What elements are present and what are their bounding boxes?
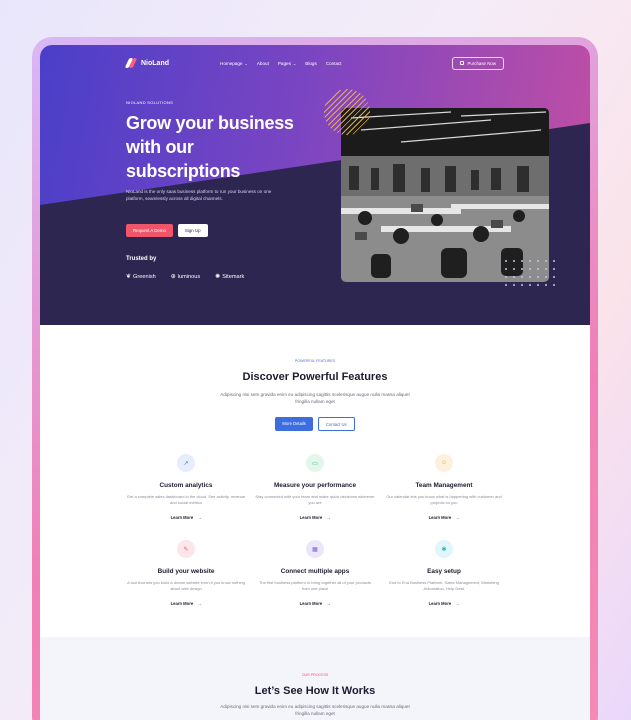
hero-section: NioLand Homepage ⌄ About Pages ⌄ Blogs Con… xyxy=(40,45,590,325)
feature-card-title: Measure your performance xyxy=(273,482,357,489)
features-title: Discover Powerful Features xyxy=(242,371,388,383)
nav-item-blogs[interactable]: Blogs xyxy=(305,61,317,66)
feature-card-desc: Get a complete sales dashboard in the cl… xyxy=(126,494,246,505)
nav-item-about[interactable]: About xyxy=(257,61,269,66)
features-subtitle: Adipiscing nisi sem gravida enim eu adip… xyxy=(220,392,410,405)
brand-logos: ❦ Greenish ⊕ luminous ✺ Sitemark xyxy=(126,273,245,281)
cart-icon xyxy=(460,61,465,65)
decorative-striped-circle xyxy=(324,89,370,135)
device-frame: NioLand Homepage ⌄ About Pages ⌄ Blogs Con… xyxy=(32,37,598,720)
nav-item-homepage[interactable]: Homepage ⌄ xyxy=(220,61,248,66)
leaf-icon: ❦ xyxy=(126,274,132,280)
plus-circle-icon: ⊕ xyxy=(170,274,176,280)
decorative-dot-grid xyxy=(502,257,560,291)
hero-description: NioLand is the only saas business platfo… xyxy=(126,189,272,202)
feature-card-team-management: ☺ Team Management Our calendar lets you … xyxy=(379,454,509,520)
arrow-right-icon: → xyxy=(326,601,331,606)
request-demo-button[interactable]: Request A Demo xyxy=(126,224,173,237)
sign-up-button[interactable]: Sign Up xyxy=(177,224,208,237)
feature-card-title: Easy setup xyxy=(427,568,461,575)
office-photo xyxy=(341,108,549,282)
top-nav: NioLand Homepage ⌄ About Pages ⌄ Blogs Con… xyxy=(126,55,504,71)
logo[interactable]: NioLand xyxy=(126,58,169,68)
brand-sitemark: ✺ Sitemark xyxy=(215,273,245,281)
brand-greenish: ❦ Greenish xyxy=(126,273,156,281)
feature-card-desc: End to End Business Platform, Sales Mana… xyxy=(389,580,499,591)
purchase-now-button[interactable]: Purchase Now xyxy=(452,56,504,70)
learn-more-link[interactable]: Learn More → xyxy=(250,601,380,606)
features-section: POWERFUL FEATURES Discover Powerful Feat… xyxy=(40,325,590,637)
learn-more-link[interactable]: Learn More → xyxy=(379,515,509,520)
more-details-button[interactable]: More Details xyxy=(275,417,313,431)
feature-card-title: Build your website xyxy=(157,568,215,575)
hero-buttons: Request A Demo Sign Up xyxy=(126,224,208,237)
settings-icon: ✱ xyxy=(435,540,453,558)
hero-headline: Grow your business with our subscription… xyxy=(126,113,294,181)
feature-card-title: Custom analytics xyxy=(159,482,213,489)
feature-card-desc: The first business platform to bring tog… xyxy=(258,580,372,591)
features-buttons: More Details Contact Us xyxy=(40,417,590,431)
nav-item-pages[interactable]: Pages ⌄ xyxy=(278,61,296,66)
learn-more-link[interactable]: Learn More → xyxy=(250,515,380,520)
how-subtitle: Adipiscing nisi sem gravida enim eu adip… xyxy=(220,704,410,717)
office-photo-illustration xyxy=(341,108,549,282)
logo-text: NioLand xyxy=(141,59,169,67)
team-icon: ☺ xyxy=(435,454,453,472)
learn-more-link[interactable]: Learn More → xyxy=(379,601,509,606)
display-icon: ▭ xyxy=(306,454,324,472)
feature-card-desc: Stay connected with your team and make q… xyxy=(255,494,375,505)
arrow-right-icon: → xyxy=(455,601,460,606)
contact-us-button[interactable]: Contact Us xyxy=(317,417,355,431)
feature-card-build-website: ✎ Build your website A tool that lets yo… xyxy=(121,540,251,606)
arrow-right-icon: → xyxy=(326,515,331,520)
chart-icon: ↗ xyxy=(177,454,195,472)
nav-item-contact[interactable]: Contact xyxy=(326,61,342,66)
landing-page: NioLand Homepage ⌄ About Pages ⌄ Blogs Con… xyxy=(40,45,590,720)
nav-menu: Homepage ⌄ About Pages ⌄ Blogs Contact xyxy=(220,61,342,66)
logo-icon xyxy=(126,58,136,68)
chevron-down-icon: ⌄ xyxy=(292,60,297,66)
feature-card-title: Team Management xyxy=(415,482,473,489)
feature-card-custom-analytics: ↗ Custom analytics Get a complete sales … xyxy=(121,454,251,520)
learn-more-link[interactable]: Learn More → xyxy=(121,515,251,520)
how-title: Let’s See How It Works xyxy=(254,685,376,697)
how-it-works-section: OUR PROCESS Let’s See How It Works Adipi… xyxy=(40,637,590,720)
sparkle-icon: ✺ xyxy=(215,274,221,280)
how-eyebrow: OUR PROCESS xyxy=(301,673,329,677)
brand-luminous: ⊕ luminous xyxy=(170,273,201,281)
feature-card-easy-setup: ✱ Easy setup End to End Business Platfor… xyxy=(379,540,509,606)
arrow-right-icon: → xyxy=(197,515,202,520)
features-eyebrow: POWERFUL FEATURES xyxy=(294,359,336,363)
feature-card-title: Connect multiple apps xyxy=(280,568,350,575)
arrow-right-icon: → xyxy=(455,515,460,520)
feature-card-desc: Our calendar lets you know what is happe… xyxy=(386,494,502,505)
feature-card-desc: A tool that lets you build a dream websi… xyxy=(127,580,245,591)
hero-eyebrow: NIOLAND SOLUTIONS xyxy=(126,100,174,105)
learn-more-link[interactable]: Learn More → xyxy=(121,601,251,606)
feature-card-connect-apps: ▦ Connect multiple apps The first busine… xyxy=(250,540,380,606)
feature-card-measure-performance: ▭ Measure your performance Stay connecte… xyxy=(250,454,380,520)
arrow-right-icon: → xyxy=(197,601,202,606)
apps-icon: ▦ xyxy=(306,540,324,558)
chevron-down-icon: ⌄ xyxy=(244,60,248,66)
brush-icon: ✎ xyxy=(177,540,195,558)
trusted-by-label: Trusted by xyxy=(126,256,157,262)
